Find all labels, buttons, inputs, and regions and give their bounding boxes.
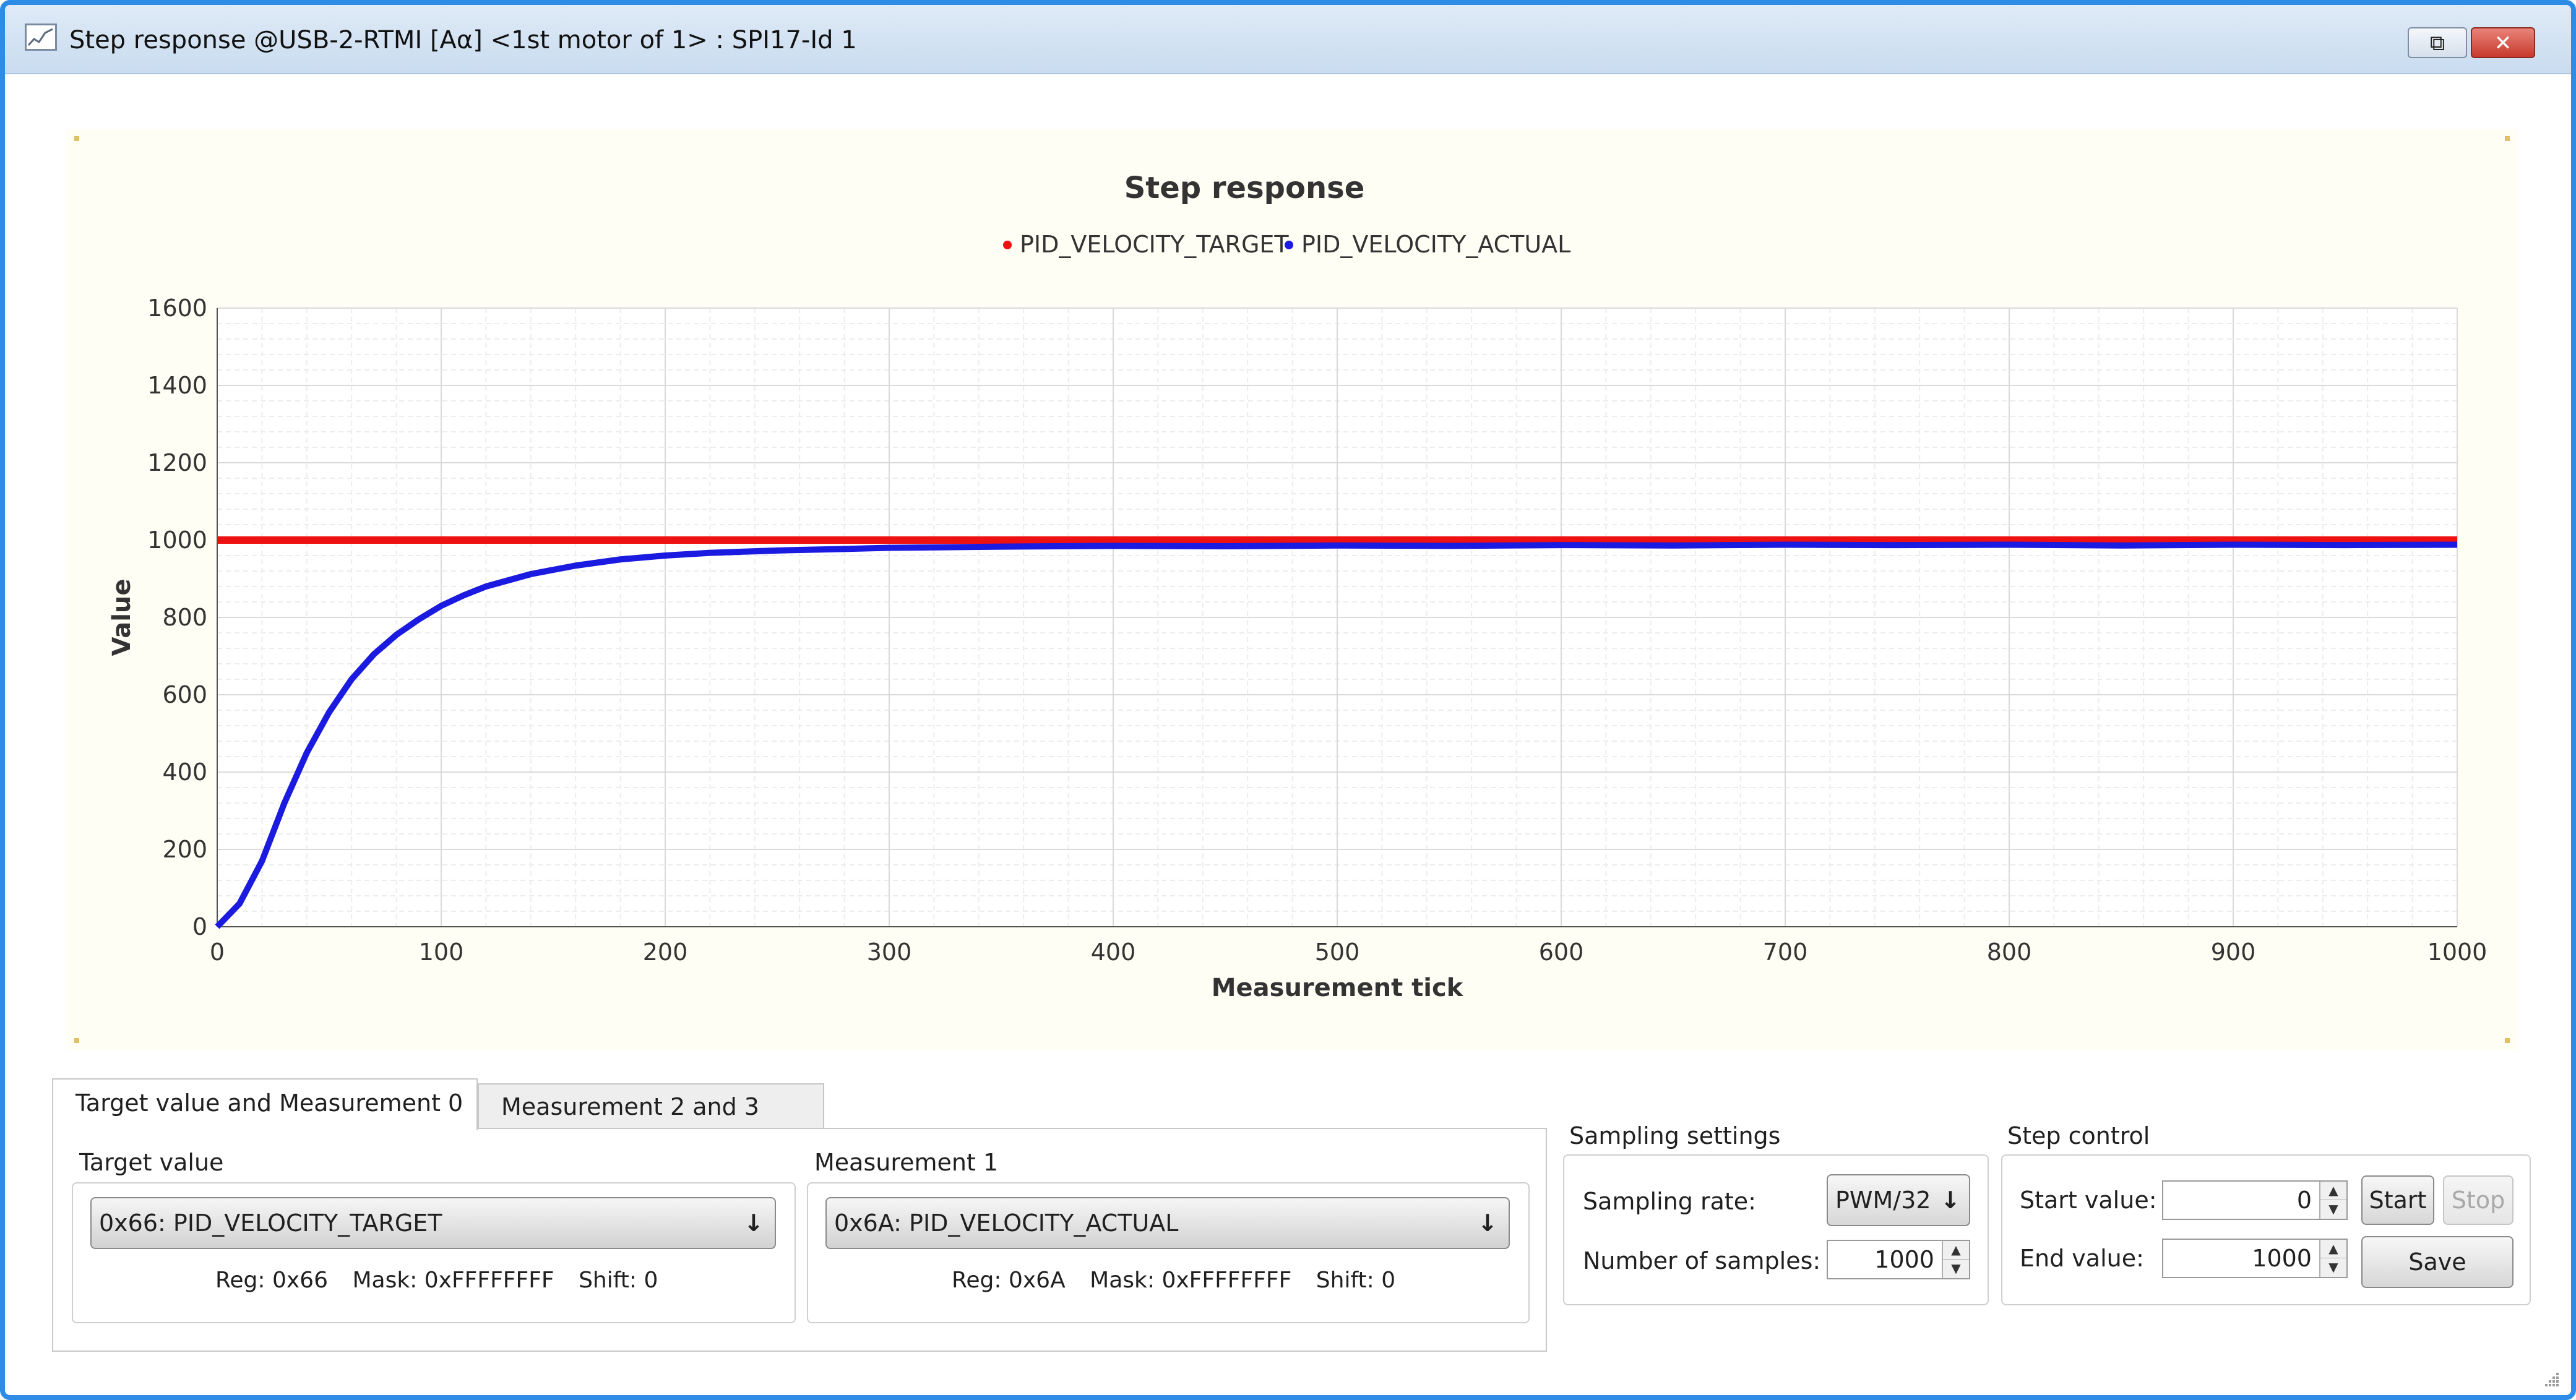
y-tick-label: 1400 — [147, 372, 207, 399]
target-register-info: Reg: 0x66 Mask: 0xFFFFFFFF Shift: 0 — [215, 1268, 675, 1293]
chart-title: Step response — [1124, 171, 1365, 205]
x-tick-label: 200 — [643, 938, 688, 966]
x-tick-label: 0 — [210, 938, 225, 966]
sampling-settings-title: Sampling settings — [1569, 1122, 1781, 1149]
frame-corner-marker — [74, 1038, 79, 1043]
sampling-settings-group: Sampling rate: PWM/32 ↓ Number of sample… — [1563, 1154, 1989, 1305]
dropdown-arrow-icon: ↓ — [1478, 1209, 1497, 1237]
tab-measurement-2-3[interactable]: Measurement 2 and 3 — [478, 1083, 824, 1130]
sampling-rate-value: PWM/32 — [1835, 1187, 1931, 1214]
save-button[interactable]: Save — [2361, 1236, 2514, 1288]
sampling-rate-combo[interactable]: PWM/32 ↓ — [1827, 1174, 1970, 1226]
frame-corner-marker — [2505, 1038, 2510, 1043]
chart-window-icon — [25, 24, 57, 51]
y-tick-label: 1600 — [147, 294, 207, 322]
frame-corner-marker — [2505, 136, 2510, 141]
step-control-title: Step control — [2007, 1122, 2150, 1149]
end-value-value: 1000 — [2252, 1245, 2312, 1272]
start-button[interactable]: Start — [2361, 1175, 2434, 1225]
resize-grip-icon[interactable] — [2543, 1370, 2560, 1388]
close-icon: ✕ — [2494, 31, 2512, 56]
y-tick-label: 1000 — [147, 526, 207, 554]
y-tick-label: 400 — [162, 758, 207, 786]
y-axis-label: Value — [108, 578, 136, 656]
frame-corner-marker — [74, 136, 79, 141]
step-response-chart: 0 100 200 300 400 500 600 700 800 900 1000 0 200 400 6… — [74, 136, 2510, 1043]
target-value-group: 0x66: PID_VELOCITY_TARGET ↓ Reg: 0x66 Ma… — [72, 1182, 796, 1323]
measurement-mask: Mask: 0xFFFFFFFF — [1090, 1268, 1292, 1293]
spin-up-icon[interactable]: ▲ — [1943, 1241, 1969, 1260]
step-control-group: Start value: 0 ▲ ▼ Start Stop End value:… — [2001, 1154, 2531, 1305]
y-tick-label: 200 — [162, 836, 207, 863]
target-shift: Shift: 0 — [579, 1268, 658, 1293]
measurement-shift: Shift: 0 — [1316, 1268, 1396, 1293]
target-value-label: Target value — [79, 1149, 224, 1176]
start-value-spinbox[interactable]: 0 ▲ ▼ — [2162, 1180, 2348, 1220]
spin-down-icon[interactable]: ▼ — [2320, 1200, 2346, 1219]
step-response-window: Step response @USB-2-RTMI [Aα] <1st moto… — [0, 0, 2576, 1400]
measurement-1-combo[interactable]: 0x6A: PID_VELOCITY_ACTUAL ↓ — [825, 1197, 1510, 1249]
x-tick-label: 1000 — [2427, 938, 2488, 966]
number-of-samples-label: Number of samples: — [1583, 1247, 1821, 1274]
x-tick-label: 300 — [867, 938, 912, 966]
chart-panel: 0 100 200 300 400 500 600 700 800 900 1000 0 200 400 6… — [67, 129, 2517, 1050]
stop-button[interactable]: Stop — [2443, 1175, 2514, 1225]
measurement-reg: Reg: 0x6A — [952, 1268, 1066, 1293]
measurement-register-info: Reg: 0x6A Mask: 0xFFFFFFFF Shift: 0 — [952, 1268, 1413, 1293]
y-tick-label: 1200 — [147, 449, 207, 476]
y-tick-label: 800 — [162, 604, 207, 631]
measurement-1-label: Measurement 1 — [814, 1149, 999, 1176]
target-combo-text: 0x66: PID_VELOCITY_TARGET — [99, 1209, 442, 1237]
measurement-combo-text: 0x6A: PID_VELOCITY_ACTUAL — [834, 1209, 1179, 1237]
legend-marker — [1003, 241, 1012, 249]
y-tick-label: 600 — [162, 681, 207, 708]
end-spin-buttons[interactable]: ▲ ▼ — [2319, 1240, 2346, 1277]
number-of-samples-value: 1000 — [1874, 1246, 1934, 1273]
target-value-combo[interactable]: 0x66: PID_VELOCITY_TARGET ↓ — [90, 1197, 776, 1249]
x-tick-label: 600 — [1539, 938, 1584, 966]
title-bar[interactable]: Step response @USB-2-RTMI [Aα] <1st moto… — [5, 5, 2571, 74]
spin-up-icon[interactable]: ▲ — [2320, 1182, 2346, 1200]
tab-page: Target value 0x66: PID_VELOCITY_TARGET ↓… — [52, 1128, 1547, 1352]
spin-up-icon[interactable]: ▲ — [2320, 1240, 2346, 1258]
measurement-1-group: 0x6A: PID_VELOCITY_ACTUAL ↓ Reg: 0x6A Ma… — [807, 1182, 1530, 1323]
x-tick-label: 700 — [1763, 938, 1808, 966]
sampling-rate-label: Sampling rate: — [1583, 1188, 1756, 1215]
start-value-value: 0 — [2296, 1187, 2312, 1214]
restore-icon: ⧉ — [2429, 31, 2445, 56]
window-title: Step response @USB-2-RTMI [Aα] <1st moto… — [69, 26, 857, 54]
x-tick-label: 800 — [1987, 938, 2032, 966]
spin-down-icon[interactable]: ▼ — [1943, 1260, 1969, 1278]
dropdown-arrow-icon: ↓ — [744, 1209, 764, 1237]
y-tick-label: 0 — [192, 913, 207, 940]
x-tick-label: 100 — [419, 938, 464, 966]
target-mask: Mask: 0xFFFFFFFF — [352, 1268, 554, 1293]
dropdown-arrow-icon: ↓ — [1941, 1187, 1960, 1214]
x-tick-label: 900 — [2211, 938, 2256, 966]
legend-label: PID_VELOCITY_TARGET — [1020, 231, 1289, 258]
samples-spin-buttons[interactable]: ▲ ▼ — [1942, 1241, 1969, 1278]
x-axis-label: Measurement tick — [1212, 974, 1464, 1002]
end-value-label: End value: — [2020, 1245, 2144, 1272]
close-button[interactable]: ✕ — [2471, 27, 2535, 58]
start-spin-buttons[interactable]: ▲ ▼ — [2319, 1182, 2346, 1219]
end-value-spinbox[interactable]: 1000 ▲ ▼ — [2162, 1239, 2348, 1278]
target-reg: Reg: 0x66 — [215, 1268, 328, 1293]
x-tick-label: 400 — [1091, 938, 1136, 966]
start-value-label: Start value: — [2020, 1187, 2157, 1214]
number-of-samples-spinbox[interactable]: 1000 ▲ ▼ — [1827, 1240, 1970, 1279]
spin-down-icon[interactable]: ▼ — [2320, 1258, 2346, 1277]
restore-button[interactable]: ⧉ — [2408, 27, 2467, 58]
legend-marker — [1285, 241, 1293, 249]
tab-target-measurement-0[interactable]: Target value and Measurement 0 — [52, 1078, 478, 1130]
x-tick-label: 500 — [1315, 938, 1360, 966]
legend-label: PID_VELOCITY_ACTUAL — [1301, 231, 1570, 258]
